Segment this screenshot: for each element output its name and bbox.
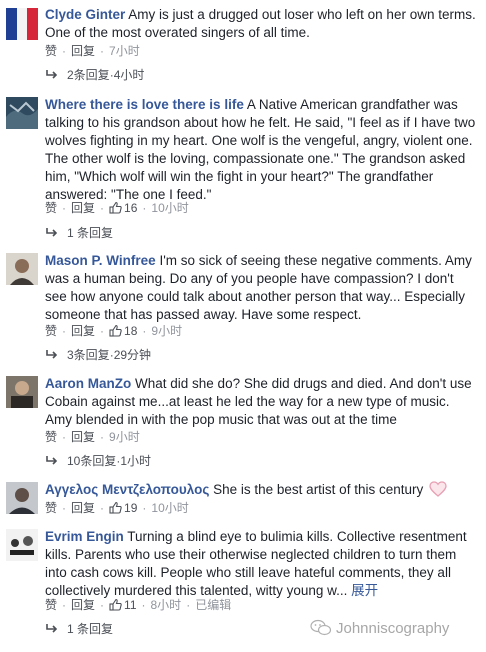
comment-body: Mason P. Winfree I'm so sick of seeing t… (45, 252, 477, 324)
like-count[interactable]: 16 (124, 201, 137, 215)
reply-arrow-icon (46, 228, 58, 237)
separator: · (100, 430, 105, 444)
avatar[interactable] (6, 529, 38, 561)
replies-time: 1小时 (120, 454, 152, 468)
reply-button[interactable]: 回复 (71, 324, 95, 338)
separator: · (62, 201, 67, 215)
comment-actions: 赞 · 回复 · 9小时 (45, 428, 140, 446)
comment-actions: 赞 · 回复 · 19 · 10小时 (45, 499, 189, 517)
replies-time: 29分钟 (113, 348, 152, 362)
comment-author[interactable]: Αγγελος Μεντζελοπουλος (45, 482, 209, 497)
view-replies[interactable]: 1 条回复 (45, 620, 113, 638)
separator: · (100, 598, 105, 612)
avatar[interactable] (6, 8, 38, 40)
replies-count[interactable]: 3条回复 (67, 348, 110, 362)
avatar[interactable] (6, 376, 38, 408)
comment-actions: 赞 · 回复 · 18 · 9小时 (45, 322, 182, 340)
reply-arrow-icon (46, 70, 58, 79)
edited-label[interactable]: 已编辑 (195, 598, 231, 612)
reply-button[interactable]: 回复 (71, 201, 95, 215)
comment-body: Αγγελος Μεντζελοπουλος She is the best a… (45, 481, 477, 499)
thumbs-up-icon (109, 324, 122, 337)
separator: · (142, 324, 147, 338)
like-count[interactable]: 11 (124, 598, 136, 612)
wechat-icon (310, 619, 332, 636)
separator: · (186, 598, 191, 612)
separator: · (62, 501, 67, 515)
separator: · (141, 598, 146, 612)
comment-text: She is the best artist of this century (213, 482, 424, 497)
comment-time[interactable]: 9小时 (109, 430, 140, 444)
watermark: Johnniscography (310, 618, 480, 640)
like-button[interactable]: 赞 (45, 501, 57, 515)
replies-count[interactable]: 1 条回复 (67, 622, 113, 636)
comment-actions: 赞 · 回复 · 16 · 10小时 (45, 199, 189, 217)
view-replies[interactable]: 1 条回复 (45, 224, 113, 242)
like-count[interactable]: 18 (124, 324, 137, 338)
separator: · (100, 324, 105, 338)
like-button[interactable]: 赞 (45, 598, 57, 612)
comment-time[interactable]: 9小时 (151, 324, 182, 338)
comment-author[interactable]: Clyde Ginter (45, 7, 125, 22)
comment-author[interactable]: Aaron ManZo (45, 376, 131, 391)
reply-button[interactable]: 回复 (71, 598, 95, 612)
watermark-text: Johnniscography (336, 620, 450, 637)
like-count[interactable]: 19 (124, 501, 137, 515)
reply-button[interactable]: 回复 (71, 44, 95, 58)
view-replies[interactable]: 3条回复·29分钟 (45, 346, 151, 364)
separator: · (100, 501, 105, 515)
comment-time[interactable]: 8小时 (151, 598, 182, 612)
thumbs-up-icon (109, 501, 122, 514)
like-button[interactable]: 赞 (45, 430, 57, 444)
separator: · (142, 201, 147, 215)
separator: · (62, 324, 67, 338)
like-button[interactable]: 赞 (45, 44, 57, 58)
comment-body: Evrim Engin Turning a blind eye to bulim… (45, 528, 477, 600)
replies-count[interactable]: 1 条回复 (67, 226, 113, 240)
like-button[interactable]: 赞 (45, 324, 57, 338)
replies-count[interactable]: 2条回复 (67, 68, 110, 82)
replies-time: 4小时 (113, 68, 145, 82)
replies-count[interactable]: 10条回复 (67, 454, 116, 468)
separator: · (100, 44, 105, 58)
reply-arrow-icon (46, 350, 58, 359)
view-replies[interactable]: 10条回复·1小时 (45, 452, 151, 470)
reply-button[interactable]: 回复 (71, 501, 95, 515)
reply-button[interactable]: 回复 (71, 430, 95, 444)
comment-author[interactable]: Evrim Engin (45, 529, 124, 544)
comment-text: A Native American grandfather was talkin… (45, 97, 476, 202)
thumbs-up-icon (109, 201, 122, 214)
separator: · (62, 598, 67, 612)
separator: · (62, 430, 67, 444)
comment-actions: 赞 · 回复 · 7小时 (45, 42, 140, 60)
avatar[interactable] (6, 482, 38, 514)
thumbs-up-icon (109, 598, 122, 611)
reply-arrow-icon (46, 624, 58, 633)
comment-body: Aaron ManZo What did she do? She did dru… (45, 375, 477, 429)
comment-author[interactable]: Mason P. Winfree (45, 253, 156, 268)
comment-body: Where there is love there is life A Nati… (45, 96, 477, 204)
separator: · (142, 501, 147, 515)
like-button[interactable]: 赞 (45, 201, 57, 215)
reply-arrow-icon (46, 456, 58, 465)
comment-time[interactable]: 10小时 (151, 201, 188, 215)
avatar[interactable] (6, 97, 38, 129)
see-more-link[interactable]: 展开 (351, 583, 378, 598)
comment-actions: 赞 · 回复 · 11 · 8小时 · 已编辑 (45, 596, 231, 614)
separator: · (62, 44, 67, 58)
heart-icon (429, 481, 447, 497)
separator: · (100, 201, 105, 215)
comment-time[interactable]: 7小时 (109, 44, 140, 58)
avatar[interactable] (6, 253, 38, 285)
comment-body: Clyde Ginter Amy is just a drugged out l… (45, 6, 477, 42)
comment-author[interactable]: Where there is love there is life (45, 97, 244, 112)
comment-time[interactable]: 10小时 (151, 501, 188, 515)
view-replies[interactable]: 2条回复·4小时 (45, 66, 144, 84)
